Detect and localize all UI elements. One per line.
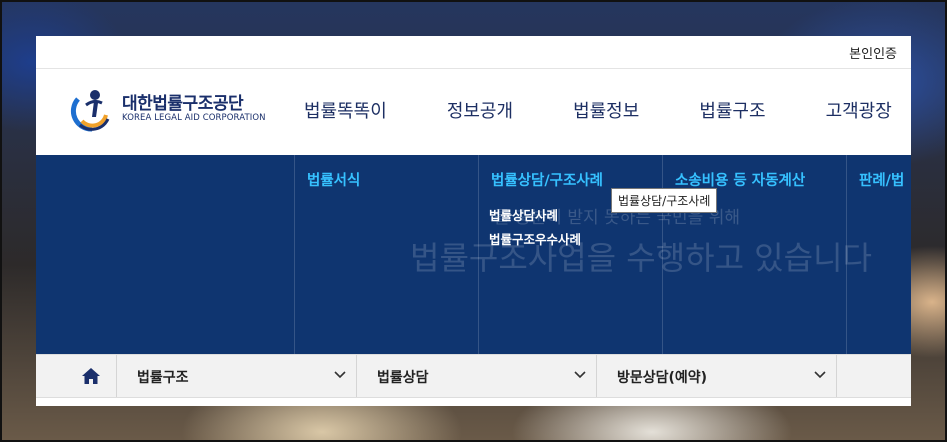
logo-korean-name: 대한법률구조공단 (122, 94, 244, 114)
mega-column-consultation-cases: 법률상담/구조사례 법률상담사례 법률구조우수사례 (478, 155, 662, 354)
breadcrumb: 법률구조 법률상담 방문상담(예약) (36, 354, 911, 398)
mega-heading-precedents[interactable]: 판례/법 (859, 169, 904, 190)
breadcrumb-home-button[interactable] (66, 355, 116, 397)
chevron-down-icon (574, 371, 586, 379)
website-frame: 본인인증 대한법률구조공단 KOREA LEGAL AID CORPORATIO… (36, 36, 911, 406)
mega-column-precedents: 판례/법 (846, 155, 911, 354)
mega-heading-cost-calculator[interactable]: 소송비용 등 자동계산 (675, 169, 805, 190)
mega-sub-excellent-aid-cases[interactable]: 법률구조우수사례 (489, 229, 581, 248)
mega-column-legal-forms: 법률서식 (294, 155, 478, 354)
nav-information-disclosure[interactable]: 정보공개 (447, 97, 513, 123)
breadcrumb-dropdown-level4[interactable] (836, 355, 911, 397)
mega-sub-consultation-cases[interactable]: 법률상담사례 (489, 205, 558, 224)
breadcrumb-dropdown-level1[interactable]: 법률구조 (116, 355, 356, 397)
breadcrumb-label: 방문상담(예약) (617, 370, 708, 386)
identity-verification-link[interactable]: 본인인증 (849, 43, 897, 62)
logo-english-name: KOREA LEGAL AID CORPORATION (122, 113, 266, 123)
mega-heading-consultation-cases[interactable]: 법률상담/구조사례 (491, 169, 603, 190)
nav-customer-plaza[interactable]: 고객광장 (826, 97, 892, 123)
mega-heading-legal-forms[interactable]: 법률서식 (307, 169, 360, 190)
logo-emblem-icon (70, 88, 113, 132)
mega-column-cost-calculator: 소송비용 등 자동계산 (662, 155, 846, 354)
nav-legal-smart[interactable]: 법률똑똑이 (304, 97, 387, 123)
site-logo[interactable]: 대한법률구조공단 KOREA LEGAL AID CORPORATION (68, 85, 268, 133)
nav-legal-aid[interactable]: 법률구조 (699, 97, 765, 123)
home-icon (82, 368, 100, 384)
chevron-down-icon (814, 371, 826, 379)
main-navigation: 법률똑똑이 정보공개 법률정보 법률구조 고객광장 (304, 97, 892, 123)
nav-legal-information[interactable]: 법률정보 (573, 97, 639, 123)
breadcrumb-dropdown-level3[interactable]: 방문상담(예약) (596, 355, 836, 397)
breadcrumb-label: 법률구조 (137, 370, 189, 386)
breadcrumb-dropdown-level2[interactable]: 법률상담 (356, 355, 596, 397)
utility-bar: 본인인증 (36, 36, 911, 69)
hover-tooltip: 법률상담/구조사례 (611, 188, 718, 213)
chevron-down-icon (334, 371, 346, 379)
breadcrumb-label: 법률상담 (377, 370, 429, 386)
header: 대한법률구조공단 KOREA LEGAL AID CORPORATION 법률똑… (36, 69, 911, 155)
mega-menu: 를 충분히 받지 못하는 국민을 위해 법률구조사업을 수행하고 있습니다 법률… (36, 155, 911, 354)
